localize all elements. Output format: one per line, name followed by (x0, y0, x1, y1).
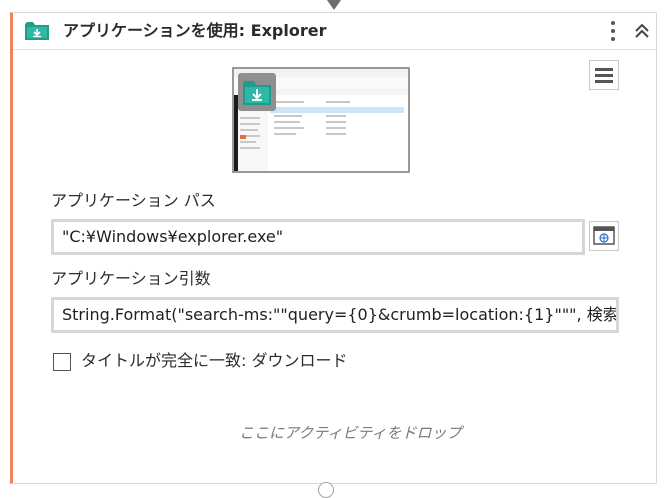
title-match-label: タイトルが完全に一致: ダウンロード (81, 351, 348, 370)
browse-application-button[interactable] (589, 221, 619, 251)
application-arguments-input[interactable]: String.Format("search-ms:""query={0}&cru… (51, 297, 619, 333)
folder-download-icon (25, 22, 49, 40)
double-chevron-up-icon[interactable] (633, 22, 651, 40)
kebab-menu-icon[interactable] (605, 19, 621, 43)
application-path-label: アプリケーション パス (51, 191, 216, 210)
flow-connector-arrow (327, 0, 341, 10)
explorer-window-thumbnail (234, 69, 408, 171)
activity-drop-zone[interactable]: ここにアクティビティをドロップ (239, 423, 461, 443)
use-application-activity[interactable]: アプリケーションを使用: Explorer アプリケーション パス "C:¥Wi… (10, 12, 657, 484)
title-match-checkbox[interactable] (53, 353, 71, 371)
application-path-input[interactable]: "C:¥Windows¥explorer.exe" (51, 219, 585, 255)
activity-title: アプリケーションを使用: Explorer (63, 21, 327, 40)
window-globe-icon (593, 226, 615, 245)
hamburger-menu-icon[interactable] (589, 60, 619, 90)
add-activity-connector[interactable] (318, 482, 334, 498)
application-screenshot-preview (232, 67, 410, 173)
activity-header: アプリケーションを使用: Explorer (13, 13, 656, 50)
application-arguments-label: アプリケーション引数 (51, 269, 211, 288)
